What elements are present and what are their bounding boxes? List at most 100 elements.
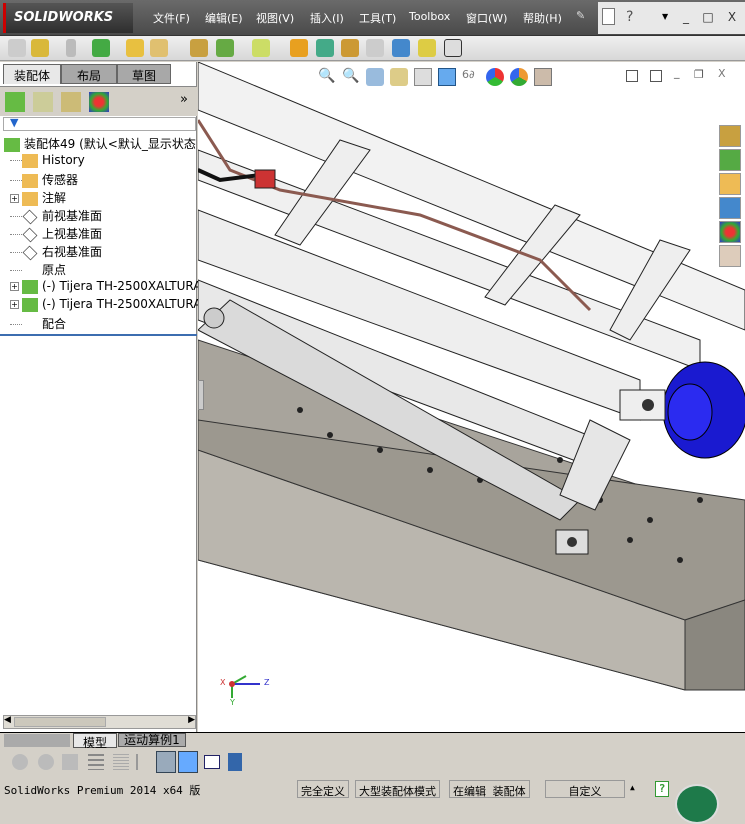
command-toolbar	[0, 36, 745, 61]
featuremanager-icon[interactable]	[5, 92, 25, 112]
tree-item[interactable]: 传感器	[10, 171, 78, 189]
scroll-thumb[interactable]	[14, 717, 106, 727]
tree-item[interactable]: 前视基准面	[10, 207, 102, 225]
show-hidden-icon[interactable]	[190, 39, 208, 57]
filter-bar[interactable]: ▼	[3, 116, 196, 131]
mate-icon[interactable]	[66, 39, 76, 57]
expand-icon[interactable]: +	[10, 282, 19, 291]
tab-motion-study[interactable]: 运动算例1	[118, 733, 186, 747]
help-status-icon[interactable]: ?	[655, 781, 669, 797]
tree-item[interactable]: 装配体49 (默认<默认_显示状态	[4, 135, 196, 153]
minimize-button[interactable]: _	[678, 10, 694, 24]
view-palette-icon[interactable]	[719, 197, 741, 219]
zoom-to-fit-icon[interactable]: 🔍	[318, 68, 336, 86]
clearance-verification-icon[interactable]	[418, 39, 436, 57]
file-explorer-icon[interactable]	[719, 173, 741, 195]
menu-view[interactable]: 视图(V)	[256, 10, 294, 26]
quick-access: ? ▼ _ □ X	[598, 2, 745, 34]
tree-item[interactable]: 配合	[10, 315, 66, 333]
pin-icon[interactable]: ✎	[576, 9, 585, 22]
doc-restore-button[interactable]: ❐	[694, 68, 704, 81]
close-button[interactable]: X	[724, 10, 740, 24]
tree-item-label: 原点	[42, 263, 67, 277]
viewport-split-icon[interactable]	[626, 70, 638, 82]
resources-icon[interactable]	[719, 125, 741, 147]
new-motion-study-icon[interactable]	[290, 39, 308, 57]
custom-properties-icon[interactable]	[719, 245, 741, 267]
edit-appearance-icon[interactable]	[486, 68, 504, 86]
instant3d-icon[interactable]	[444, 39, 462, 57]
menu-window[interactable]: 窗口(W)	[466, 10, 507, 26]
tree-item[interactable]: 右视基准面	[10, 243, 102, 261]
disabled-icon-2	[38, 754, 54, 770]
horizontal-scrollbar[interactable]: ◀ ▶	[3, 715, 196, 729]
insert-component-icon[interactable]	[31, 39, 49, 57]
previous-view-icon[interactable]	[366, 68, 384, 86]
appearances-icon[interactable]	[719, 221, 741, 243]
table-icon[interactable]	[204, 755, 220, 769]
displaymanager-icon[interactable]	[89, 92, 109, 112]
move-component-icon[interactable]	[150, 39, 168, 57]
help-icon[interactable]: ?	[626, 9, 633, 25]
expand-icon[interactable]: +	[10, 300, 19, 309]
viewport-split2-icon[interactable]	[650, 70, 662, 82]
tree-item-label: 注解	[42, 191, 67, 205]
smart-fasteners-icon[interactable]	[126, 39, 144, 57]
filter-icon[interactable]: ▼	[10, 116, 18, 129]
doc-close-button[interactable]: X	[718, 67, 726, 80]
tab-model[interactable]: 模型	[73, 733, 117, 750]
doc-minimize-button[interactable]: _	[674, 66, 680, 79]
tree-item[interactable]: + (-) Tijera TH-2500XALTURA_	[10, 297, 207, 315]
new-document-icon[interactable]	[602, 8, 615, 25]
solidworks-logo[interactable]: SOLIDWORKS	[3, 3, 133, 33]
bill-of-materials-icon[interactable]	[316, 39, 334, 57]
units-selector[interactable]: 自定义	[545, 780, 625, 798]
tree-item[interactable]: 原点	[10, 261, 66, 279]
expand-icon[interactable]: »	[180, 92, 188, 107]
restore-button[interactable]: □	[700, 10, 716, 24]
menu-tools[interactable]: 工具(T)	[359, 10, 396, 26]
scroll-left-icon[interactable]: ◀	[4, 715, 11, 725]
exploded-view-icon[interactable]	[341, 39, 359, 57]
assembly-features-icon[interactable]	[216, 39, 234, 57]
tree-item[interactable]: + 注解	[10, 189, 66, 207]
scroll-right-icon[interactable]: ▶	[188, 715, 195, 725]
expand-icon[interactable]: +	[10, 194, 19, 203]
new-part-icon[interactable]	[8, 39, 26, 57]
tab-assembly[interactable]: 装配体	[3, 64, 61, 84]
interference-detection-icon[interactable]	[392, 39, 410, 57]
reference-geometry-icon[interactable]	[252, 39, 270, 57]
sketch-relations-icon[interactable]	[156, 751, 176, 773]
menu-insert[interactable]: 插入(I)	[310, 10, 344, 26]
graphics-area[interactable]: 🔍 🔍 6∂ _ ❐ X X Y Z	[198, 62, 745, 732]
zoom-to-area-icon[interactable]: 🔍	[342, 68, 360, 86]
menu-toolbox[interactable]: Toolbox	[409, 10, 450, 23]
section-view-icon[interactable]	[390, 68, 408, 86]
menu-help[interactable]: 帮助(H)	[523, 10, 562, 26]
display-style-icon[interactable]	[438, 68, 456, 86]
tab-scroll-buttons[interactable]	[4, 734, 70, 747]
view-orientation-icon[interactable]	[414, 68, 432, 86]
tree-item[interactable]: History	[10, 153, 85, 171]
design-library-icon[interactable]	[719, 149, 741, 171]
configurationmanager-icon[interactable]	[61, 92, 81, 112]
view-settings-icon[interactable]	[534, 68, 552, 86]
tab-layout[interactable]: 布局	[61, 64, 117, 84]
propertymanager-icon[interactable]	[33, 92, 53, 112]
notification-bubble[interactable]	[675, 784, 719, 824]
shaded-view-icon[interactable]	[178, 751, 198, 773]
units-dropdown-icon[interactable]: ▲	[630, 783, 635, 792]
tree-item[interactable]: 上视基准面	[10, 225, 102, 243]
menu-file[interactable]: 文件(F)	[153, 10, 190, 26]
edit-icon[interactable]	[228, 753, 242, 771]
dropdown-icon[interactable]: ▼	[662, 12, 668, 21]
apply-scene-icon[interactable]	[510, 68, 528, 86]
rollback-bar[interactable]	[0, 334, 197, 336]
linear-pattern-icon[interactable]	[92, 39, 110, 57]
panel-collapse-handle[interactable]	[198, 380, 204, 410]
tab-sketch[interactable]: 草图	[117, 64, 171, 84]
disabled-icon-5	[113, 754, 129, 770]
tree-item[interactable]: + (-) Tijera TH-2500XALTURA-	[10, 279, 206, 297]
menu-edit[interactable]: 编辑(E)	[205, 10, 243, 26]
hide-show-items-icon[interactable]: 6∂	[462, 68, 480, 86]
